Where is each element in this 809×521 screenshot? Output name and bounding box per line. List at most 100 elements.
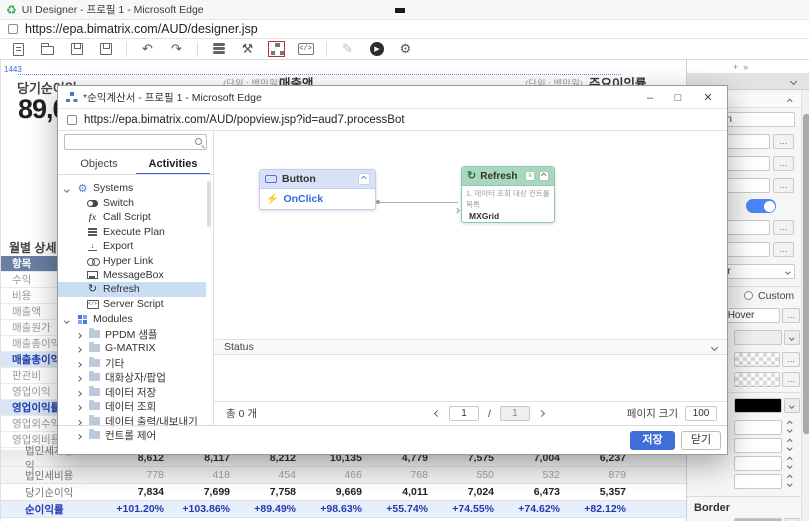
address-bar[interactable]: https://epa.bimatrix.com/AUD/designer.js… [0, 20, 809, 39]
panel-scrollbar[interactable] [801, 90, 809, 521]
address-url[interactable]: https://epa.bimatrix.com/AUD/designer.js… [25, 22, 258, 36]
tree-item-execute-plan[interactable]: Execute Plan [58, 225, 206, 240]
tree-folder[interactable]: G-MATRIX [58, 341, 206, 356]
browse-button[interactable]: ... [773, 220, 794, 235]
select-chevron[interactable] [784, 330, 800, 345]
browse-button[interactable]: ... [773, 156, 794, 171]
custom-radio[interactable] [744, 291, 753, 300]
tree-item-call-script[interactable]: fx Call Script [58, 210, 206, 225]
browse-button[interactable]: ... [773, 178, 794, 193]
chevron-right-icon [74, 357, 84, 369]
color-swatch-black[interactable] [734, 398, 782, 413]
transparent-color-field[interactable] [734, 352, 780, 367]
edit-button[interactable]: ✎ [339, 41, 356, 57]
save-as-button[interactable] [97, 41, 114, 57]
chevron-right-icon [74, 371, 84, 383]
messagebox-icon [86, 271, 99, 280]
status-section[interactable]: Status [214, 339, 727, 355]
collapse-button[interactable] [539, 171, 549, 181]
tree-folder[interactable]: 데이터 조회 [58, 399, 206, 414]
tree-item-switch[interactable]: Switch [58, 196, 206, 211]
tree-folder[interactable]: PPDM 샘플 [58, 327, 206, 342]
search-input[interactable] [64, 134, 207, 150]
maximize-button[interactable]: □ [669, 89, 687, 106]
spinner-arrows[interactable] [785, 475, 795, 486]
tree-group-systems[interactable]: ⚙ Systems [58, 181, 206, 196]
open-button[interactable] [39, 41, 56, 57]
tab-activities[interactable]: Activities [136, 154, 210, 175]
popup-url[interactable]: https://epa.bimatrix.com/AUD/popview.jsp… [84, 114, 405, 126]
menu-button[interactable]: ≡ [525, 171, 535, 181]
refresh-node-header[interactable]: ↻ Refresh ≡ [462, 167, 554, 186]
toggle-switch-on[interactable] [746, 199, 776, 213]
chevron-down-icon [789, 335, 795, 340]
button-node[interactable]: Button ⚡ OnClick [259, 169, 376, 210]
minimize-button[interactable]: – [641, 89, 659, 106]
scrollbar-thumb[interactable] [803, 114, 809, 434]
button-node-header[interactable]: Button [260, 170, 375, 189]
toolbar-divider [126, 41, 127, 57]
undo-button[interactable]: ↶ [139, 41, 156, 57]
tab-objects[interactable]: Objects [62, 154, 136, 175]
browse-button[interactable]: ... [773, 242, 794, 257]
popup-address-bar[interactable]: https://epa.bimatrix.com/AUD/popview.jsp… [58, 109, 727, 131]
dataset-button[interactable] [210, 41, 227, 57]
tree-folder[interactable]: 대화상자/팝업 [58, 370, 206, 385]
tree-folder[interactable]: 데이터 출력/내보내기 [58, 414, 206, 429]
save-button[interactable]: 저장 [630, 431, 675, 450]
tree-item-refresh-selected[interactable]: ↻ Refresh [58, 282, 206, 297]
tree-item-hyper-link[interactable]: Hyper Link [58, 254, 206, 269]
tree-folder[interactable]: 기타 [58, 356, 206, 371]
database-icon [212, 43, 225, 55]
close-button[interactable]: 닫기 [681, 431, 721, 450]
build-button[interactable]: ⚒ [239, 41, 256, 57]
tree-scrollbar[interactable] [207, 181, 211, 227]
run-button[interactable]: ▶ [368, 41, 385, 57]
pin-icon[interactable]: + [733, 62, 738, 72]
next-page-icon[interactable] [537, 409, 545, 418]
save-button[interactable] [68, 41, 85, 57]
page-size-input[interactable]: 100 [685, 406, 717, 421]
tree-group-modules[interactable]: Modules [58, 312, 206, 327]
browse-button[interactable]: ... [782, 352, 800, 367]
collapse-button[interactable] [358, 173, 370, 185]
new-document-button[interactable] [10, 41, 27, 57]
refresh-node[interactable]: ↻ Refresh ≡ 1. 데이터 조회 대상 컨트롤 목록 MXGrid [461, 166, 555, 223]
browse-button[interactable]: ... [782, 372, 800, 387]
onclick-event[interactable]: ⚡ OnClick [260, 189, 375, 209]
spinner-arrows[interactable] [785, 457, 795, 468]
tree-folder[interactable]: 컨트롤 제어 [58, 428, 206, 443]
settings-button[interactable]: ⚙ [397, 41, 414, 57]
connection-edge[interactable] [379, 202, 458, 203]
select-chevron[interactable] [784, 398, 800, 413]
close-button[interactable]: ✕ [699, 89, 717, 106]
browse-button[interactable]: ... [773, 134, 794, 149]
popup-titlebar[interactable]: *순익계산서 - 프로필 1 - Microsoft Edge [58, 86, 727, 109]
spinner-arrows[interactable] [785, 439, 795, 450]
redo-button[interactable]: ↷ [168, 41, 185, 57]
expand-icon[interactable]: » [743, 62, 748, 72]
tree-item-server-script[interactable]: </> Server Script [58, 297, 206, 312]
number-field[interactable] [734, 474, 782, 489]
footer-divider [58, 425, 727, 426]
page-total: 1 [499, 406, 530, 421]
style-select[interactable] [734, 330, 782, 345]
fx-icon: fx [88, 212, 97, 223]
tree-item-messagebox[interactable]: MessageBox [58, 268, 206, 283]
number-field[interactable] [734, 420, 782, 435]
search-icon [195, 138, 202, 145]
transparent-color-field[interactable] [734, 372, 780, 387]
pagination-bar: 총 0 개 1 / 1 페이지 크기 100 [214, 401, 727, 425]
page-current-input[interactable]: 1 [449, 406, 479, 421]
number-field[interactable] [734, 456, 782, 471]
modules-grid-icon [76, 314, 89, 324]
hammer-tools-icon: ⚒ [241, 41, 254, 56]
browse-button[interactable]: ... [782, 308, 800, 323]
spinner-arrows[interactable] [785, 421, 795, 432]
code-view-button[interactable]: </> [297, 41, 314, 57]
tree-folder[interactable]: 데이터 저장 [58, 385, 206, 400]
prev-page-icon[interactable] [433, 409, 442, 418]
process-designer-button-highlighted[interactable] [268, 41, 285, 57]
tree-item-export[interactable]: ↓ Export [58, 239, 206, 254]
number-field[interactable] [734, 438, 782, 453]
